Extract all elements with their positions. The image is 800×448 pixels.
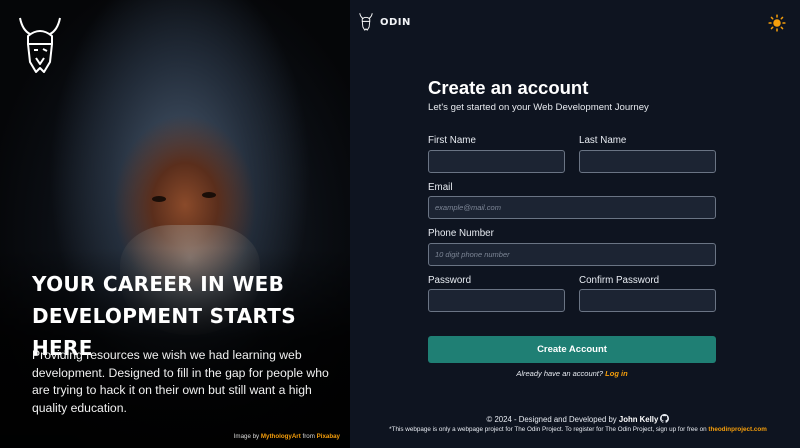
credit-author-link[interactable]: MythologyArt: [261, 433, 301, 440]
credit-mid: from: [302, 433, 315, 440]
hero-description: Providing resources we wish we had learn…: [32, 348, 329, 415]
author-name: John Kelly: [618, 415, 659, 424]
sun-icon[interactable]: [768, 14, 786, 32]
confirm-password-field[interactable]: [579, 289, 716, 312]
odin-viking-helmet-icon: [359, 13, 373, 31]
odin-viking-helmet-icon: [19, 17, 61, 73]
image-credit: Image by MythologyArt from Pixabay: [234, 433, 340, 440]
hero-image-eye: [152, 196, 166, 202]
phone-label: Phone Number: [428, 228, 494, 239]
password-label: Password: [428, 275, 472, 286]
brand[interactable]: ODIN: [358, 12, 411, 32]
create-account-button[interactable]: Create Account: [428, 336, 716, 363]
hero-panel: Your career in web development starts he…: [0, 0, 350, 448]
last-name-field[interactable]: [579, 150, 716, 173]
github-icon[interactable]: [660, 414, 670, 423]
password-field[interactable]: [428, 289, 565, 312]
first-name-field[interactable]: [428, 150, 565, 173]
credit-prefix: Image by: [233, 433, 260, 440]
login-link[interactable]: Log in: [605, 369, 628, 378]
login-prompt: Already have an account? Log in: [428, 369, 716, 378]
first-name-label: First Name: [428, 135, 476, 146]
brand-name: ODIN: [380, 16, 411, 28]
odin-project-link[interactable]: theodinproject.com: [708, 426, 766, 433]
footer-copyright: © 2024 - Designed and Developed by John …: [356, 414, 800, 424]
phone-field[interactable]: [428, 243, 716, 266]
form-subtitle: Let's get started on your Web Developmen…: [428, 102, 649, 113]
footer-note-text: *This webpage is only a webpage project …: [389, 426, 707, 433]
credit-site-link[interactable]: Pixabay: [317, 433, 340, 440]
form-title: Create an account: [428, 77, 589, 98]
last-name-label: Last Name: [579, 135, 627, 146]
copyright-text: © 2024 - Designed and Developed by: [486, 415, 617, 424]
hero-image-eye: [202, 192, 216, 198]
email-field[interactable]: [428, 196, 716, 219]
footer-note: *This webpage is only a webpage project …: [356, 426, 800, 433]
have-account-text: Already have an account?: [516, 369, 604, 378]
confirm-password-label: Confirm Password: [579, 275, 660, 286]
email-label: Email: [428, 182, 453, 193]
signup-form-header: Create an account Let's get started on y…: [428, 77, 718, 114]
